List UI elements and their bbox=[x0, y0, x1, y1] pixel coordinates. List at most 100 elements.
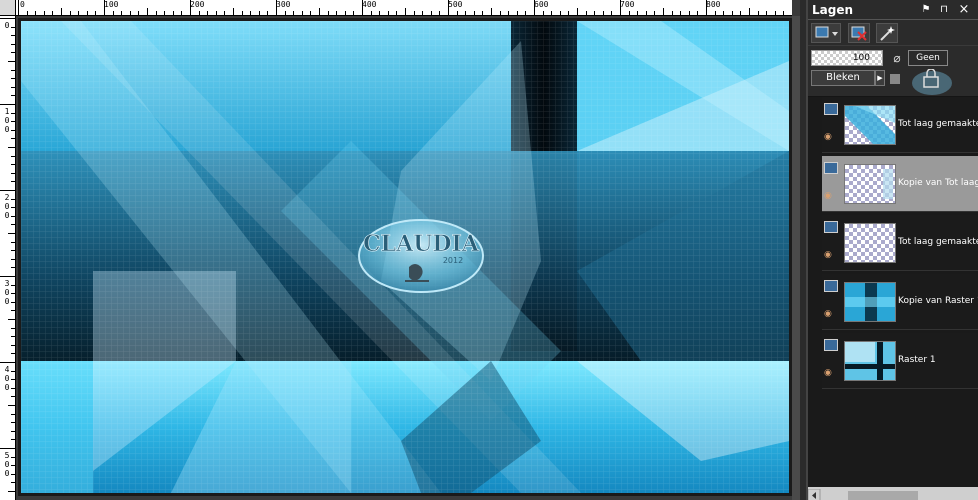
ruler-tick bbox=[215, 11, 217, 15]
layer-name: Tot laag gemaakte bbox=[898, 237, 978, 247]
ruler-tick bbox=[11, 430, 15, 432]
layer-row[interactable]: ◉ Raster 1 bbox=[822, 333, 978, 389]
ruler-tick bbox=[224, 11, 226, 15]
ruler-tick bbox=[714, 11, 716, 15]
layers-palette: Lagen ⚑ ⊓ × 100 ⌀ Geen Bleken ▶ ◉ Tot la… bbox=[806, 0, 978, 500]
ruler-tick bbox=[8, 405, 15, 406]
pin-icon[interactable]: ⊓ bbox=[938, 4, 950, 16]
canvas-area: 0 100 200 300 400 500 600 700 800 0 1 0 … bbox=[0, 0, 800, 500]
ruler-label: 1 bbox=[4, 107, 10, 116]
ruler-tick bbox=[11, 69, 15, 71]
ruler-tick bbox=[112, 11, 114, 15]
ruler-tick bbox=[11, 35, 15, 37]
ruler-label: 0 bbox=[4, 116, 10, 125]
ruler-tick bbox=[663, 8, 664, 15]
layer-row[interactable]: ◉ Tot laag gemaakte bbox=[822, 215, 978, 271]
ruler-tick bbox=[104, 0, 105, 15]
ruler-tick bbox=[301, 11, 303, 15]
ruler-tick bbox=[611, 11, 613, 15]
ruler-tick bbox=[344, 11, 346, 15]
blend-mode-select[interactable]: Bleken bbox=[811, 70, 875, 86]
eye-icon[interactable]: ◉ bbox=[824, 192, 838, 201]
ruler-tick bbox=[11, 95, 15, 97]
delete-layer-icon bbox=[851, 26, 867, 41]
mask-select[interactable]: Geen bbox=[908, 50, 948, 66]
ruler-tick bbox=[8, 319, 15, 320]
ruler-tick bbox=[8, 61, 15, 62]
palette-horizontal-scrollbar[interactable] bbox=[807, 487, 978, 500]
palette-title: Lagen bbox=[812, 3, 854, 17]
opacity-field[interactable]: 100 bbox=[811, 50, 883, 66]
ruler-tick bbox=[11, 465, 15, 467]
ruler-tick bbox=[11, 293, 15, 295]
ruler-tick bbox=[18, 0, 19, 15]
close-icon[interactable]: × bbox=[958, 3, 970, 16]
layer-row[interactable]: ◉ Tot laag gemaakte bbox=[822, 97, 978, 153]
ruler-label: 0 bbox=[4, 297, 10, 306]
ruler-tick bbox=[129, 11, 131, 15]
ruler-label: 500 bbox=[448, 0, 463, 9]
raster-layer-icon bbox=[824, 103, 838, 115]
ruler-tick bbox=[706, 0, 707, 15]
ruler-tick bbox=[11, 198, 15, 200]
palette-menu-icon[interactable]: ⚑ bbox=[920, 4, 932, 16]
ruler-tick bbox=[362, 0, 363, 15]
ruler-tick bbox=[396, 11, 398, 15]
layer-thumbnail bbox=[844, 341, 896, 381]
ruler-tick bbox=[11, 353, 15, 355]
ruler-label: 0 bbox=[4, 211, 10, 220]
canvas-vertical-scrollbar[interactable] bbox=[792, 16, 800, 500]
ruler-tick bbox=[121, 11, 123, 15]
ruler-label: 2 bbox=[4, 193, 10, 202]
ruler-label: 100 bbox=[104, 0, 119, 9]
ruler-tick bbox=[430, 11, 432, 15]
ruler-tick bbox=[645, 11, 647, 15]
ruler-tick bbox=[11, 473, 15, 475]
layer-properties: 100 ⌀ Geen Bleken ▶ bbox=[808, 46, 978, 96]
layer-row[interactable]: ◉ Kopie van Raster 1 bbox=[822, 274, 978, 330]
ruler-tick bbox=[250, 11, 252, 15]
layer-thumbnail bbox=[844, 282, 896, 322]
ruler-tick bbox=[413, 11, 415, 15]
artwork: CLAUDIA 2012 bbox=[21, 21, 789, 493]
ruler-tick bbox=[473, 11, 475, 15]
ruler-tick bbox=[688, 11, 690, 15]
ruler-tick bbox=[11, 284, 15, 286]
ruler-tick bbox=[35, 11, 37, 15]
ruler-tick bbox=[11, 250, 15, 252]
image-frame: CLAUDIA 2012 bbox=[18, 18, 792, 496]
ruler-tick bbox=[61, 8, 62, 15]
ruler-label: 0 bbox=[4, 374, 10, 383]
ruler-tick bbox=[585, 11, 587, 15]
ruler-label: 800 bbox=[706, 0, 721, 9]
ruler-tick bbox=[422, 11, 424, 15]
ruler-tick bbox=[551, 11, 553, 15]
eye-icon[interactable]: ◉ bbox=[824, 310, 838, 319]
ruler-tick bbox=[749, 8, 750, 15]
new-layer-button[interactable] bbox=[811, 23, 841, 43]
ruler-tick bbox=[86, 11, 88, 15]
ruler-label: 0 bbox=[4, 469, 10, 478]
ruler-tick bbox=[293, 11, 295, 15]
layer-effects-button[interactable] bbox=[876, 23, 898, 43]
ruler-tick bbox=[508, 11, 510, 15]
ruler-tick bbox=[181, 11, 183, 15]
eye-icon[interactable]: ◉ bbox=[824, 251, 838, 260]
ruler-tick bbox=[8, 491, 15, 492]
layer-row-selected[interactable]: ◉ Kopie van Tot laag bbox=[822, 156, 978, 212]
palette-toolbar bbox=[808, 20, 978, 46]
eye-icon[interactable]: ◉ bbox=[824, 369, 838, 378]
link-icon[interactable]: ⌀ bbox=[888, 50, 906, 66]
ruler-tick bbox=[336, 11, 338, 15]
ruler-tick bbox=[370, 11, 372, 15]
blend-mode-arrow[interactable]: ▶ bbox=[875, 70, 885, 86]
delete-layer-button[interactable] bbox=[848, 23, 870, 43]
ruler-tick bbox=[147, 8, 148, 15]
lock-icon[interactable] bbox=[888, 68, 952, 95]
ruler-tick bbox=[0, 448, 15, 449]
ruler-tick bbox=[11, 112, 15, 114]
eye-icon[interactable]: ◉ bbox=[824, 133, 838, 142]
image-canvas[interactable]: CLAUDIA 2012 bbox=[21, 21, 789, 493]
ruler-tick bbox=[723, 11, 725, 15]
ruler-tick bbox=[11, 267, 15, 269]
